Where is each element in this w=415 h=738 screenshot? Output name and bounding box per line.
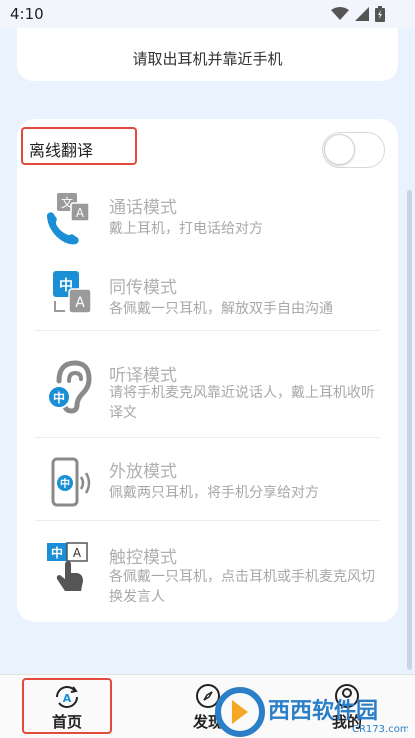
offline-translate-label: 离线翻译 [29,141,94,160]
mode-speaker[interactable]: 中 外放模式 佩戴两只耳机，将手机分享给对方 [35,447,380,519]
mode-call-title: 通话模式 [109,198,177,218]
watermark-sub: CR173.com [352,724,408,735]
touch-control-icon: 中 A [47,542,88,591]
phone-translate-icon: 文 A [47,193,90,245]
divider [35,330,380,331]
status-icons [331,6,385,22]
speaker-phone-icon: 中 [51,457,91,507]
tab-home-highlight-box [22,678,112,734]
translation-modes-card: 离线翻译 文 A 通话模式 戴上耳机，打电话给对方 中 A 同传模式 各佩戴一只… [17,119,398,622]
mode-listen-desc: 请将手机麦克风靠近说话人，戴上耳机收听译文 [109,385,375,421]
mode-touch-desc: 各佩戴一只耳机，点击耳机或手机麦克风切换发言人 [109,569,375,605]
mode-speaker-desc: 佩戴两只耳机，将手机分享给对方 [109,485,319,501]
icon-a-text: A [75,295,85,311]
watermark-text: 西西软件园 [268,698,378,724]
earbuds-status-card: 请取出耳机并靠近手机 [17,28,398,81]
mode-touch-title: 触控模式 [109,548,177,568]
mode-simultaneous[interactable]: 中 A 同传模式 各佩戴一只耳机，解放双手自由沟通 [35,259,380,329]
simultaneous-translate-icon: 中 A [53,271,92,314]
offline-translate-label-box: 离线翻译 [21,127,137,165]
divider [35,520,380,521]
mode-simultaneous-desc: 各佩戴一只耳机，解放双手自由沟通 [109,301,333,317]
icon-zhong-text: 中 [60,477,70,490]
toggle-knob [324,134,355,165]
earbuds-instruction: 请取出耳机并靠近手机 [132,50,283,68]
battery-icon [375,6,385,22]
scrollbar[interactable] [407,190,412,670]
status-time: 4:10 [10,5,44,23]
ear-listen-icon: 中 [47,360,92,414]
mode-touch[interactable]: 中 A 触控模式 各佩戴一只耳机，点击耳机或手机麦克风切换发言人 [35,531,380,621]
icon-zhong-text: 中 [53,390,65,405]
divider [35,437,380,438]
mode-call[interactable]: 文 A 通话模式 戴上耳机，打电话给对方 [35,183,380,253]
offline-translate-toggle[interactable] [322,132,385,168]
status-bar: 4:10 [0,0,415,28]
signal-icon [355,7,369,21]
watermark-logo: 西西软件园 CR173.com [215,687,408,737]
mode-speaker-title: 外放模式 [109,462,177,482]
wifi-icon [331,7,349,20]
icon-zhong-text: 中 [51,545,63,560]
mode-listen[interactable]: 中 听译模式 请将手机麦克风靠近说话人，戴上耳机收听译文 [35,347,380,437]
mode-call-desc: 戴上耳机，打电话给对方 [109,221,263,237]
icon-a-text: A [76,206,85,220]
icon-a-text: A [73,546,82,560]
mode-simultaneous-title: 同传模式 [109,278,177,298]
